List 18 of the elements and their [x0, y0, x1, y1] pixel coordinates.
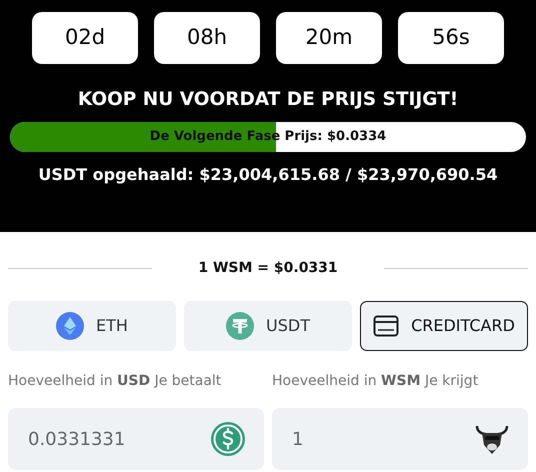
payment-tab[interactable]: CREDITCARD	[360, 301, 528, 351]
headline: KOOP NU VOORDAT DE PRIJS STIJGT!	[76, 88, 460, 112]
credit-card-icon	[373, 315, 400, 337]
countdown-box: 56s	[398, 12, 504, 64]
field-label: Hoeveelheid in USD Je betaalt	[8, 372, 222, 391]
countdown-box: 20m	[276, 12, 382, 64]
tether-icon	[226, 312, 254, 340]
countdown-box: 08h	[154, 12, 260, 64]
amount-field[interactable]: 0.0331331	[8, 408, 264, 470]
payment-tab[interactable]: ETH	[8, 301, 176, 351]
amount-field[interactable]: 1	[272, 408, 528, 470]
eth-icon	[56, 312, 84, 340]
payment-tab[interactable]: USDT	[184, 301, 352, 351]
dollar-coin-icon	[210, 421, 246, 457]
exchange-rate: 1 WSM = $0.0331	[197, 259, 339, 278]
raised-amount: USDT opgehaald: $23,004,615.68 / $23,970,690.54	[37, 164, 499, 186]
countdown-box: 02d	[32, 12, 138, 64]
field-label: Hoeveelheid in WSM Je krijgt	[272, 372, 480, 391]
